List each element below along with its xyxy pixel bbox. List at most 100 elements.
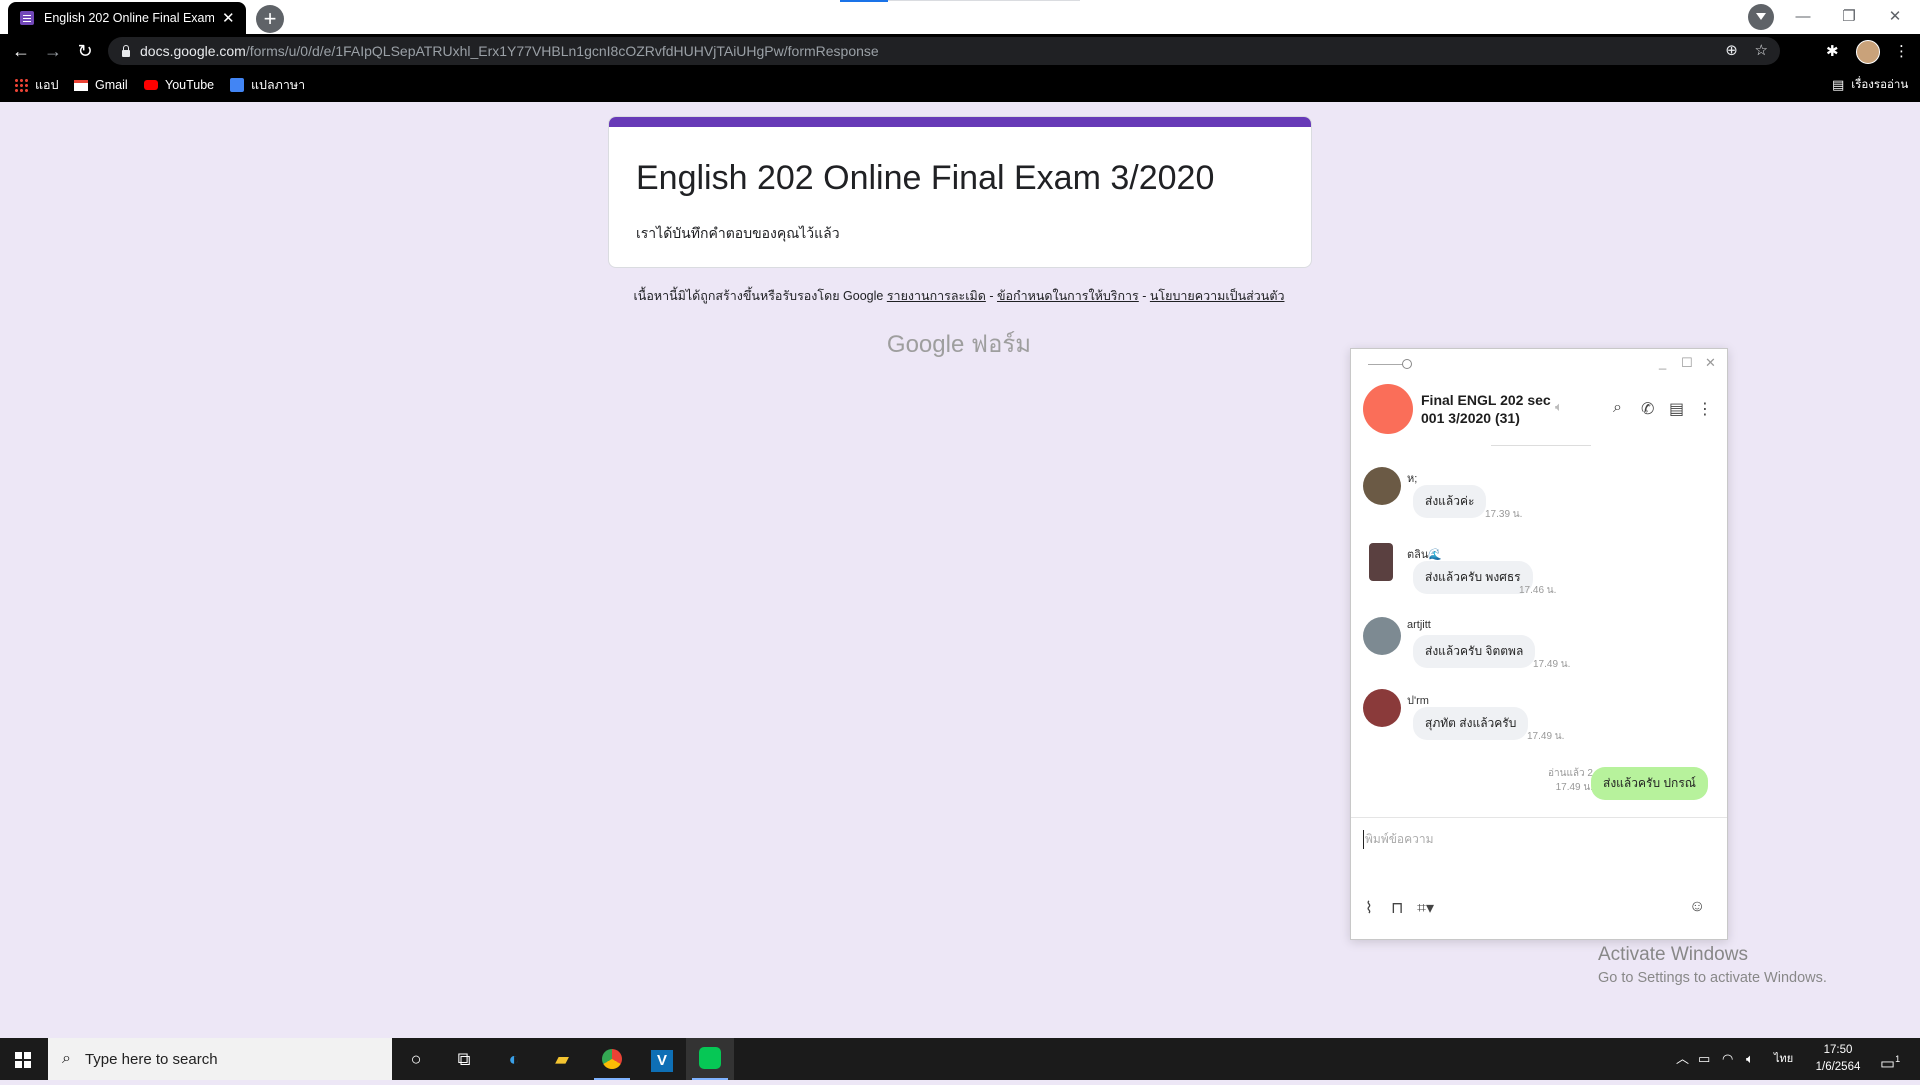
notification-center-icon[interactable]: ▭1 (1880, 1038, 1900, 1080)
address-bar[interactable]: docs.google.com/forms/u/0/d/e/1FAIpQLSep… (108, 37, 1780, 65)
v-app-taskbar-icon[interactable]: V (638, 1038, 686, 1080)
chat-search-icon[interactable]: ⌕ (1613, 399, 1622, 417)
bookmark-label: Gmail (95, 78, 128, 92)
google-forms-favicon-icon (20, 11, 34, 25)
google-forms-logo[interactable]: Google ฟอร์ม (608, 324, 1310, 363)
forward-arrow-icon[interactable]: → (41, 39, 65, 63)
my-message-bubble[interactable]: ส่งแล้วครับ ปกรณ์ (1591, 767, 1708, 800)
message-input-area[interactable]: พิมพ์ข้อความ ⌇ ⊓ ⌗▾ ☺ (1351, 817, 1727, 939)
sender-avatar[interactable] (1363, 689, 1401, 727)
reading-list[interactable]: ▤ เรื่องรออ่าน (1832, 68, 1908, 102)
mute-speaker-icon[interactable]: 🔈︎ (1555, 399, 1563, 415)
address-bar-icons: ⊕ ☆ (1725, 41, 1768, 59)
message-input[interactable]: พิมพ์ข้อความ (1363, 830, 1434, 849)
youtube-icon (144, 80, 158, 90)
wifi-icon[interactable]: ◠ (1722, 1038, 1733, 1080)
bookmark-label: แปลภาษา (251, 78, 306, 92)
footer-separator: - (1138, 289, 1150, 303)
message-time: 17.49 น. (1533, 659, 1571, 670)
read-count: อ่านแล้ว 2 (1548, 768, 1593, 779)
battery-icon[interactable]: ▭ (1698, 1038, 1710, 1080)
line-taskbar-icon[interactable] (686, 1038, 734, 1080)
message-bubble[interactable]: ส่งแล้วค่ะ (1413, 485, 1487, 518)
taskbar-search-box[interactable]: ⌕ Type here to search (48, 1038, 392, 1080)
restore-icon[interactable]: ❐ (1826, 4, 1872, 30)
minimize-icon[interactable]: — (1780, 4, 1826, 30)
message-bubble[interactable]: สุภทัต ส่งแล้วครับ (1413, 707, 1529, 740)
form-title: English 202 Online Final Exam 3/2020 (636, 159, 1215, 197)
tab-search-icon[interactable] (1748, 4, 1774, 30)
message-bubble[interactable]: ส่งแล้วครับ พงศธร (1413, 561, 1533, 594)
sender-name: ห; (1407, 473, 1418, 485)
group-avatar[interactable] (1363, 384, 1413, 434)
bookmark-gmail[interactable]: Gmail (74, 68, 128, 102)
window-close-icon[interactable]: ✕ (1872, 4, 1918, 30)
cortana-icon[interactable]: ○ (392, 1038, 440, 1080)
notes-icon[interactable]: ▤ (1669, 399, 1684, 419)
tab-close-icon[interactable]: ✕ (222, 9, 235, 27)
group-name: Final ENGL 202 sec 001 3/2020 (31) (1421, 392, 1551, 426)
message-time: 17.46 น. (1519, 585, 1557, 596)
url-path: /forms/u/0/d/e/1FAIpQLSepATRUxhl_Erx1Y77… (245, 43, 879, 59)
windows-logo-icon (15, 1052, 31, 1068)
message-bubble[interactable]: ส่งแล้วครับ จิตตพล (1413, 635, 1536, 668)
clock-time: 17:50 (1823, 1044, 1853, 1056)
task-view-icon[interactable]: ⧉ (440, 1038, 488, 1080)
v-app-logo-icon: V (651, 1050, 673, 1072)
tab-strip: English 202 Online Final Exam 3/ ✕ + — ❐… (0, 0, 1920, 34)
bookmark-label: แอป (35, 78, 59, 92)
emoji-icon[interactable]: ☺ (1689, 898, 1705, 916)
bookmark-youtube[interactable]: YouTube (144, 68, 214, 102)
form-footer-disclaimer: เนื้อหานี้มิได้ถูกสร้างขึ้นหรือรับรองโดย… (608, 286, 1310, 306)
activate-windows-watermark: Activate Windows Go to Settings to activ… (1598, 944, 1827, 986)
clock-date: 1/6/2564 (1815, 1061, 1861, 1073)
chrome-menu-icon[interactable]: ⋮ (1894, 42, 1909, 60)
chat-minimize-icon[interactable]: _ (1659, 355, 1666, 370)
chat-menu-icon[interactable]: ⋮ (1697, 399, 1713, 419)
terms-of-service-link[interactable]: ข้อกำหนดในการให้บริการ (997, 289, 1139, 303)
attach-paperclip-icon[interactable]: ⌇ (1365, 898, 1373, 918)
extensions-puzzle-icon[interactable]: ✱ (1826, 42, 1839, 60)
notification-count: 1 (1895, 1054, 1901, 1064)
call-phone-icon[interactable]: ✆ (1641, 399, 1654, 419)
browser-toolbar: ← → ↻ docs.google.com/forms/u/0/d/e/1FAI… (0, 34, 1920, 68)
zoom-icon[interactable]: ⊕ (1725, 42, 1738, 59)
screenshot-crop-icon[interactable]: ⌗▾ (1417, 898, 1434, 918)
watermark-subtitle: Go to Settings to activate Windows. (1598, 970, 1827, 986)
google-wordmark: Google (886, 331, 965, 358)
message-time: 17.39 น. (1485, 509, 1523, 520)
bookmark-label: YouTube (165, 78, 215, 92)
input-language[interactable]: ไทย (1774, 1038, 1793, 1080)
line-chat-window: _ ☐ ✕ Final ENGL 202 sec 001 3/2020 (31)… (1350, 348, 1728, 940)
gmail-icon (74, 79, 88, 91)
new-tab-button[interactable]: + (256, 5, 284, 33)
apps-grid-icon (14, 78, 28, 92)
chat-maximize-icon[interactable]: ☐ (1681, 355, 1693, 371)
chat-close-icon[interactable]: ✕ (1705, 355, 1716, 371)
loading-indicator (840, 0, 888, 2)
tray-chevron-icon[interactable]: ︿ (1676, 1038, 1689, 1080)
file-explorer-icon[interactable]: ▰ (538, 1038, 586, 1080)
message-read-status: อ่านแล้ว 2 17.49 น. (1531, 767, 1593, 795)
taskbar-clock[interactable]: 17:50 1/6/2564 (1806, 1042, 1870, 1076)
profile-avatar[interactable] (1856, 40, 1880, 64)
keep-bookmark-icon[interactable]: ⊓ (1391, 898, 1403, 918)
sender-avatar[interactable] (1369, 543, 1393, 581)
bookmark-apps[interactable]: แอป (14, 68, 59, 102)
reload-icon[interactable]: ↻ (73, 39, 97, 63)
form-confirmation-message: เราได้บันทึกคำตอบของคุณไว้แล้ว (636, 225, 840, 241)
bookmark-star-icon[interactable]: ☆ (1755, 42, 1768, 59)
back-arrow-icon[interactable]: ← (9, 39, 33, 63)
sender-avatar[interactable] (1363, 467, 1401, 505)
sender-avatar[interactable] (1363, 617, 1401, 655)
report-abuse-link[interactable]: รายงานการละเมิด (887, 289, 986, 303)
privacy-policy-link[interactable]: นโยบายความเป็นส่วนตัว (1150, 289, 1285, 303)
browser-tab-active[interactable]: English 202 Online Final Exam 3/ ✕ (8, 2, 246, 34)
volume-icon[interactable]: 🔈︎ (1746, 1038, 1754, 1080)
start-button[interactable] (0, 1038, 48, 1080)
edge-browser-icon[interactable]: ◐ (490, 1038, 538, 1080)
chrome-taskbar-icon[interactable] (588, 1038, 636, 1080)
form-header-band (609, 117, 1311, 127)
bookmark-translate[interactable]: แปลภาษา (230, 68, 305, 102)
opacity-slider[interactable] (1368, 359, 1412, 369)
